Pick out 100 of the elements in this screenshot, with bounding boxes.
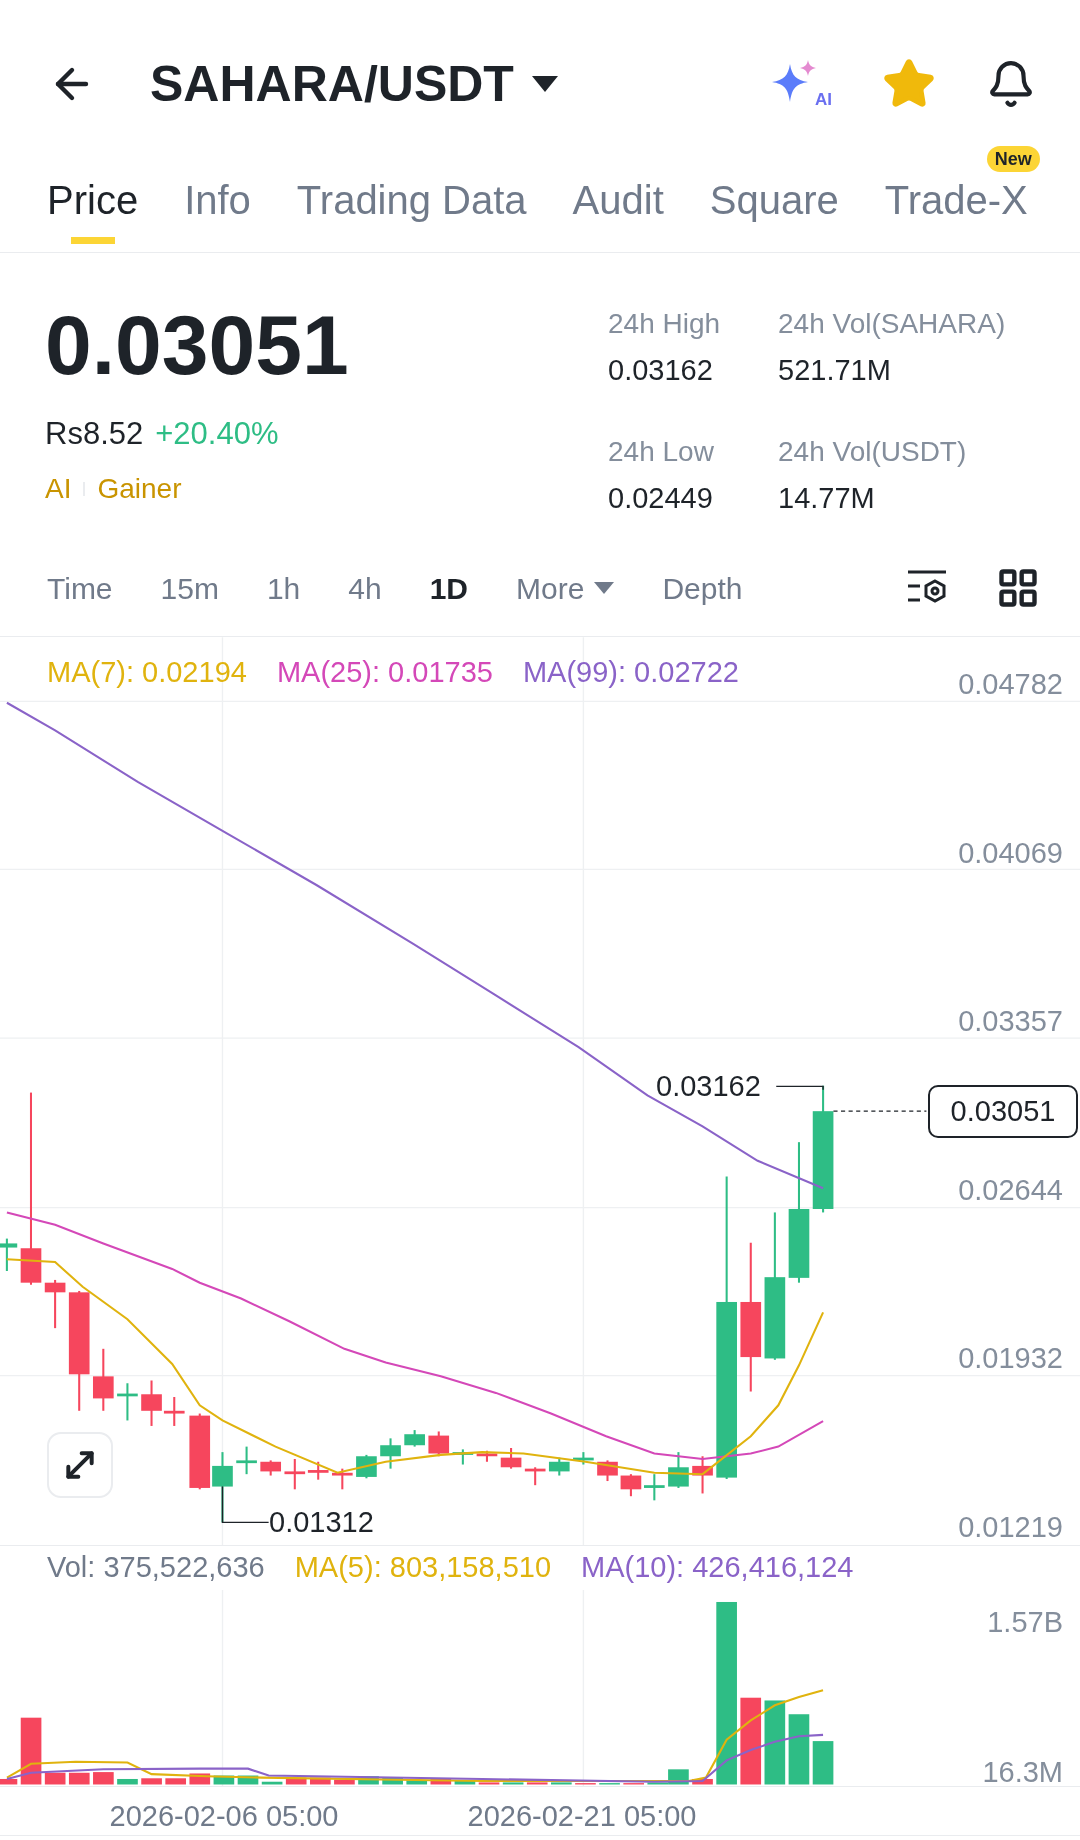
- volume-bar: [812, 1741, 834, 1785]
- volume-bar: [189, 1773, 211, 1785]
- volume-bar: [310, 1777, 331, 1785]
- candlestick: [356, 1454, 377, 1479]
- volume-bar: [406, 1780, 428, 1785]
- price-change: +20.40%: [155, 415, 279, 453]
- volume-bar: [213, 1775, 235, 1785]
- new-badge: New: [986, 146, 1040, 172]
- volume-bar: [93, 1772, 114, 1785]
- tab-underline: [70, 237, 115, 244]
- candlestick: [44, 1279, 66, 1329]
- interval-tab[interactable]: 15m: [160, 565, 219, 611]
- candlestick: [260, 1460, 281, 1476]
- candlestick: [692, 1456, 713, 1494]
- stat-value: 0.02449: [608, 480, 714, 516]
- stat-label: 24h Low: [608, 434, 715, 469]
- candlestick: [573, 1452, 594, 1465]
- indicator-label: MA(5): 803,158,510: [294, 1550, 552, 1586]
- volume-bar: [382, 1777, 403, 1785]
- interval-tab[interactable]: 1D: [429, 565, 469, 611]
- grid-icon: [996, 566, 1040, 610]
- volume-bar: [117, 1779, 138, 1785]
- interval-tab[interactable]: 4h: [348, 565, 382, 611]
- fullscreen-button[interactable]: [47, 1432, 113, 1498]
- axis-label: 0.03357: [958, 1004, 1063, 1038]
- axis-label: 16.3M: [982, 1755, 1063, 1789]
- candlestick: [332, 1468, 353, 1490]
- stat-label: 24h High: [608, 307, 722, 341]
- volume-bar: [454, 1780, 476, 1785]
- ai-button[interactable]: AI: [772, 56, 832, 112]
- volume-bar: [502, 1782, 524, 1785]
- candlestick: [597, 1460, 618, 1482]
- candlestick: [236, 1446, 257, 1475]
- volume-bar: [334, 1779, 355, 1785]
- indicator-label: MA(25): 0.01735: [276, 655, 493, 690]
- indicator-label: Vol: 375,522,636: [47, 1550, 265, 1586]
- volume-bar: [526, 1782, 548, 1785]
- candlestick: [548, 1457, 570, 1476]
- stat-label: 24h Vol(USDT): [778, 434, 968, 469]
- interval-tab[interactable]: 1h: [266, 565, 301, 611]
- last-price: 0.03051: [45, 303, 350, 387]
- candlestick: [428, 1431, 450, 1457]
- indicator-label: MA(7): 0.02194: [47, 655, 247, 690]
- high-price-label: 0.03162: [656, 1069, 761, 1103]
- interval-tab[interactable]: More: [516, 565, 615, 611]
- indicator-label: MA(10): 426,416,124: [581, 1550, 854, 1586]
- volume-bar: [692, 1779, 713, 1785]
- volume-bar: [237, 1775, 259, 1785]
- tab[interactable]: Price: [47, 168, 139, 252]
- stat-value: 521.71M: [778, 353, 892, 388]
- candlestick: [620, 1474, 642, 1497]
- pair-selector[interactable]: SAHARA/USDT: [150, 46, 558, 122]
- date-label: 2026-02-06 05:00: [109, 1799, 339, 1834]
- axis-label: 0.04782: [958, 667, 1063, 701]
- low-price-label: 0.01312: [269, 1505, 374, 1539]
- volume-bar: [261, 1781, 283, 1785]
- candlestick: [117, 1383, 138, 1421]
- interval-tab[interactable]: Time: [47, 565, 113, 611]
- volume-bar: [141, 1778, 162, 1785]
- leader-line: [775, 1085, 824, 1091]
- leader-line: [221, 1485, 270, 1524]
- candlestick: [212, 1452, 233, 1523]
- tab[interactable]: Trading Data: [296, 168, 527, 252]
- layout-button[interactable]: [996, 566, 1040, 610]
- interval-tab[interactable]: Depth: [662, 565, 743, 611]
- tab[interactable]: Audit: [572, 168, 664, 252]
- candlestick: [644, 1474, 665, 1501]
- volume-bar: [478, 1782, 500, 1785]
- tab[interactable]: Square: [709, 168, 839, 252]
- volume-bar: [788, 1714, 810, 1785]
- candlestick: [380, 1438, 401, 1469]
- axis-label: 0.02644: [958, 1172, 1063, 1207]
- volume-bar: [285, 1777, 307, 1785]
- candlestick: [668, 1452, 689, 1488]
- axis-label: 0.01219: [958, 1509, 1063, 1544]
- tag-label: AI: [45, 471, 72, 506]
- candlestick: [524, 1467, 546, 1486]
- axis-label: 0.04069: [958, 835, 1063, 870]
- fiat-price: Rs8.52: [45, 415, 144, 453]
- indicator-label: MA(99): 0.02722: [522, 655, 739, 690]
- caret-icon: [594, 582, 615, 594]
- volume-bar: [20, 1717, 42, 1785]
- tab[interactable]: Info: [184, 168, 251, 252]
- axis-label: 0.01932: [958, 1341, 1063, 1375]
- volume-bar: [165, 1778, 186, 1785]
- candlestick: [93, 1348, 114, 1411]
- caret-icon: [531, 76, 558, 92]
- candlestick: [404, 1430, 425, 1447]
- candlestick: [0, 1238, 18, 1271]
- candlestick: [476, 1450, 498, 1462]
- tag-label: Gainer: [97, 471, 182, 506]
- current-price-label: 0.03051: [928, 1085, 1078, 1138]
- stat-value: 14.77M: [778, 480, 876, 516]
- candlestick: [500, 1448, 522, 1469]
- volume-bar: [0, 1779, 18, 1785]
- volume-bar: [551, 1782, 572, 1785]
- candlestick: [452, 1449, 474, 1465]
- date-label: 2026-02-21 05:00: [467, 1799, 697, 1834]
- volume-bar: [68, 1772, 90, 1785]
- stat-label: 24h Vol(SAHARA): [778, 307, 1007, 341]
